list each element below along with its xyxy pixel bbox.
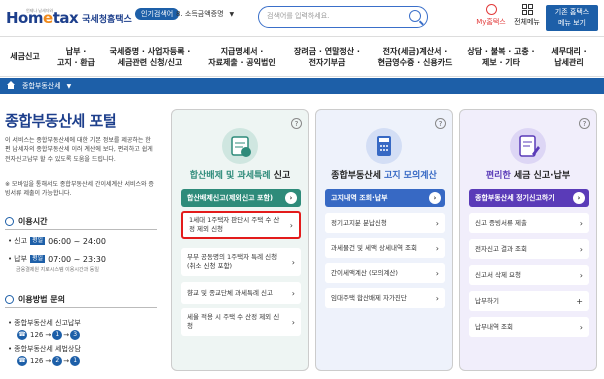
simple-calc-link[interactable]: 간이세액계산 (모의계산) › — [325, 263, 445, 283]
payment-history-link[interactable]: 납부내역 조회 › — [469, 317, 589, 337]
chevron-down-icon: ▼ — [229, 11, 235, 18]
card-title: 종합부동산세 고지 모의계산 — [331, 171, 437, 181]
evidence-submit-link[interactable]: 신고 증빙서류 제출 › — [469, 213, 589, 233]
hours-note: 금융결제원 지로시스템 이용시간과 동일 — [16, 267, 99, 273]
clock-icon — [5, 217, 14, 226]
weekday-badge: 평일 — [30, 255, 46, 263]
all-menu-button[interactable]: 전체메뉴 — [512, 4, 542, 27]
pay-link[interactable]: 납부하기 + — [469, 291, 589, 311]
inquiry-label: • 종합부동산세 세법상담 — [8, 345, 81, 353]
calculator-icon — [366, 128, 402, 164]
document-edit-icon — [510, 128, 546, 164]
phone-icon: ☎ — [17, 356, 27, 366]
divider — [5, 307, 157, 308]
tax-detail-link[interactable]: 과세물건 및 세액 상세내역 조회 › — [325, 238, 445, 258]
grid-menu-icon — [521, 4, 533, 15]
breadcrumb: 종합부동산세 ▼ — [0, 78, 604, 94]
chevron-right-icon: › — [435, 268, 439, 278]
notice-payment-button[interactable]: 고지내역 조회·납부 › — [325, 189, 445, 207]
breadcrumb-item[interactable]: 종합부동산세 ▼ — [22, 80, 71, 93]
chevron-right-icon: › — [285, 192, 297, 204]
weekday-badge: 평일 — [30, 237, 46, 245]
phone-icon: ☎ — [17, 330, 27, 340]
card-report: ? 편리한 세금 신고·납부 종합부동산세 정기신고하기 › 신고 증빙서류 제출… — [459, 109, 597, 371]
installment-link[interactable]: 정기고지분 분납신청 › — [325, 213, 445, 233]
chevron-right-icon: › — [579, 218, 583, 228]
joint-ownership-link[interactable]: 부부 공동명의 1주택자 특례 신청(취소 신청 포함) › — [181, 248, 301, 276]
plus-icon: + — [576, 296, 583, 306]
chevron-right-icon: › — [435, 243, 439, 253]
inquiry-heading: 이용방법 문의 — [5, 294, 65, 305]
user-icon — [485, 4, 497, 15]
chevron-right-icon: › — [579, 244, 583, 254]
card-title: 편리한 세금 신고·납부 — [485, 171, 571, 181]
chevron-right-icon: › — [429, 192, 441, 204]
card-exclusion: ? 합산배제 및 과세특례 신고 합산배제신고(제외신고 포함) › 1세대 1주… — [171, 109, 309, 371]
house-count-exclusion-link[interactable]: 세율 적용 시 주택 수 산정 제외 신청 › — [181, 308, 301, 336]
inquiry-label: • 종합부동산세 신고납부 — [8, 319, 81, 327]
one-house-exclusion-link[interactable]: 1세대 1주택자 판단시 주택 수 산정 제외 신청 › — [181, 211, 301, 239]
nav-item-payment[interactable]: 납부 · 고지 · 환급 — [50, 46, 102, 68]
logo-subtitle: 국세청홈택스 — [82, 14, 132, 25]
home-icon[interactable] — [6, 81, 16, 90]
chevron-right-icon: › — [289, 220, 293, 230]
delete-request-link[interactable]: 신고서 삭제 요청 › — [469, 265, 589, 285]
inquiry-phone: ☎ 126 → 1 → 3 — [16, 330, 81, 340]
help-icon[interactable]: ? — [435, 118, 446, 129]
document-check-icon — [222, 128, 258, 164]
nav-item-einvoice[interactable]: 전자(세금)계산서 · 현금영수증 · 신용카드 — [368, 46, 462, 68]
nav-item-certificate[interactable]: 국세증명 · 사업자등록 · 세금관련 신청/신고 — [102, 46, 198, 68]
old-menu-button[interactable]: 기존 홈택스 메뉴 보기 — [546, 5, 598, 31]
chevron-right-icon: › — [579, 322, 583, 332]
popular-search-badge: 인기검색어 — [135, 8, 180, 20]
logo-tagline: 언제나 납세자와 — [26, 8, 54, 13]
divider — [5, 229, 157, 230]
chevron-right-icon: › — [579, 270, 583, 280]
chevron-right-icon: › — [573, 192, 585, 204]
card-title: 합산배제 및 과세특례 신고 — [189, 171, 291, 181]
rental-self-check-link[interactable]: 임대주택 합산배제 자가진단 › — [325, 288, 445, 308]
search-input[interactable]: 검색어를 입력하세요. — [258, 6, 428, 28]
my-hometax-button[interactable]: My홈택스 — [476, 4, 506, 27]
help-icon[interactable]: ? — [579, 118, 590, 129]
nav-item-statement[interactable]: 지급명세서 · 자료제출 · 공익법인 — [198, 46, 286, 68]
exclusion-report-button[interactable]: 합산배제신고(제외신고 포함) › — [181, 189, 301, 207]
hours-report: • 신고 평일 06:00 ~ 24:00 — [8, 236, 106, 246]
mobile-note: ※ 모바일을 통해서도 종합부동산세 간이세계산 서비스와 증빙서류 제출이 가… — [5, 181, 154, 198]
main-nav: 세금신고 납부 · 고지 · 환급 국세증명 · 사업자등록 · 세금관련 신청/신… — [0, 36, 604, 77]
hours-heading: 이용시간 — [5, 216, 47, 227]
page-description: 이 서비스는 종합부동산세에 대한 기본 정보를 제공하는 한편 납세자의 종합… — [5, 137, 153, 163]
chevron-right-icon: › — [435, 218, 439, 228]
chevron-right-icon: › — [291, 288, 295, 298]
efile-result-link[interactable]: 전자신고 결과 조회 › — [469, 239, 589, 259]
chevron-right-icon: › — [291, 257, 295, 267]
hours-payment: • 납부 평일 07:00 ~ 23:30 — [8, 254, 106, 264]
inquiry-phone: ☎ 126 → 2 → 1 — [16, 356, 81, 366]
religious-special-link[interactable]: 향교 및 종교단체 과세특례 신고 › — [181, 282, 301, 304]
hometax-logo[interactable]: 언제나 납세자와 Hometax 국세청홈택스 — [6, 6, 132, 30]
nav-item-agent[interactable]: 세무대리 · 납세관리 — [540, 46, 598, 68]
chevron-right-icon: › — [291, 317, 295, 327]
popular-search-item[interactable]: 8. 소득금액증명 ▼ — [176, 8, 234, 20]
chevron-down-icon: ▼ — [66, 83, 72, 90]
nav-item-consult[interactable]: 상담 · 불복 · 고충 · 제보 · 기타 — [462, 46, 540, 68]
top-header: 언제나 납세자와 Hometax 국세청홈택스 인기검색어 8. 소득금액증명 ▼… — [0, 0, 604, 36]
chevron-right-icon: › — [435, 293, 439, 303]
card-notice: ? 종합부동산세 고지 모의계산 고지내역 조회·납부 › 정기고지분 분납신청 ›… — [315, 109, 453, 371]
regular-report-button[interactable]: 종합부동산세 정기신고하기 › — [469, 189, 589, 207]
search-icon[interactable] — [409, 10, 421, 22]
phone-icon — [5, 295, 14, 304]
left-panel: 종합부동산세 포털 이 서비스는 종합부동산세에 대한 기본 정보를 제공하는 … — [0, 94, 165, 379]
nav-item-incentive[interactable]: 장려금 · 연말정산 · 전자기부금 — [286, 46, 368, 68]
page-title: 종합부동산세 포털 — [5, 112, 117, 130]
help-icon[interactable]: ? — [291, 118, 302, 129]
nav-item-tax-report[interactable]: 세금신고 — [0, 51, 50, 62]
